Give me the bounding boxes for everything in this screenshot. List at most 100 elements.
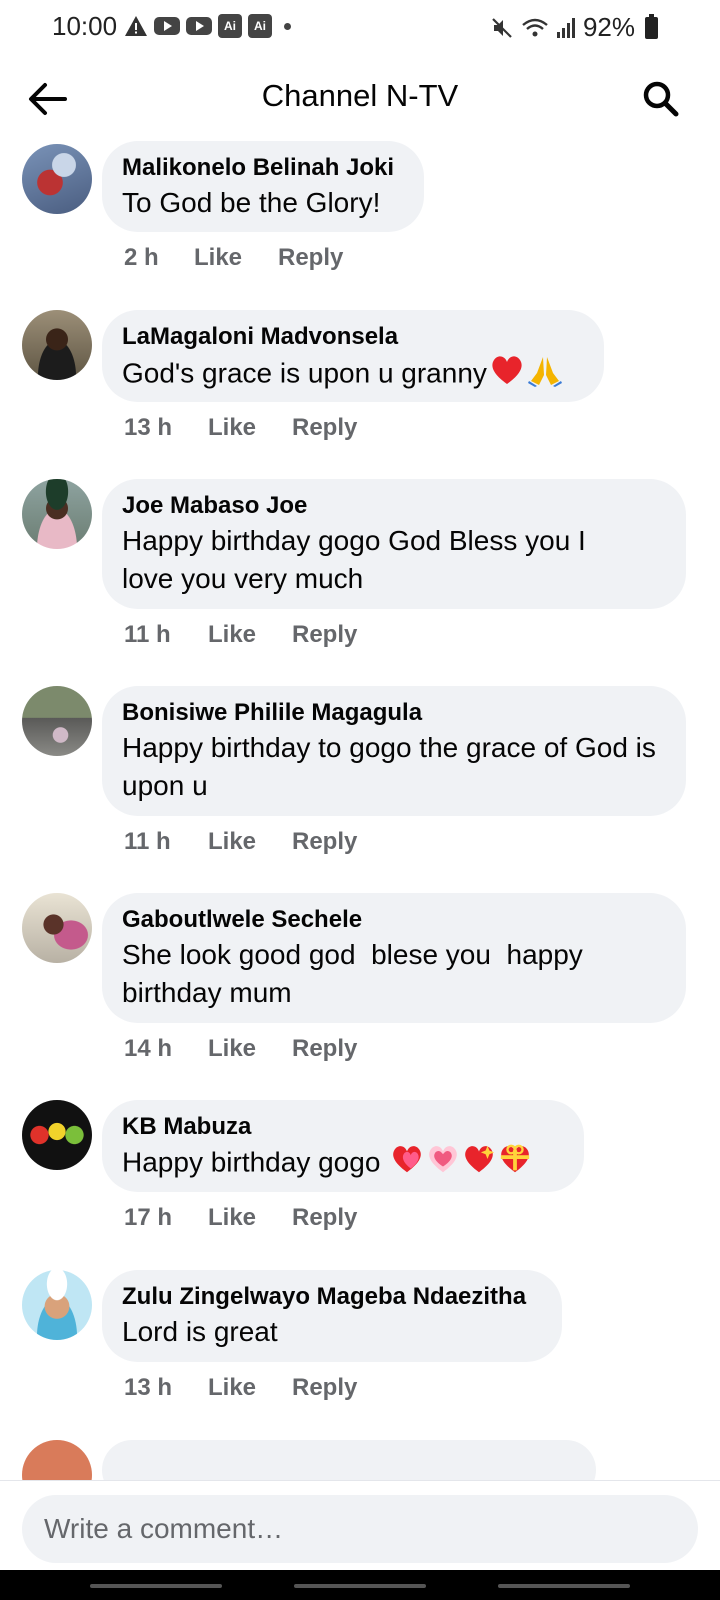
youtube-icon <box>154 17 180 35</box>
comment-text-content: God's grace is upon u granny <box>122 357 487 389</box>
avatar[interactable] <box>22 1440 92 1480</box>
reply-button[interactable]: Reply <box>292 828 357 856</box>
reply-button[interactable]: Reply <box>278 244 343 272</box>
like-button[interactable]: Like <box>208 621 292 649</box>
status-bar: 10:00 Ai Ai 92% <box>0 0 720 56</box>
signal-icon <box>556 17 575 38</box>
comment-author[interactable]: Malikonelo Belinah Joki <box>122 152 404 184</box>
comment-author[interactable]: Bonisiwe Philile Magagula <box>122 697 666 729</box>
comment-bubble[interactable]: KB Mabuza Happy birthday gogo <box>102 1100 584 1192</box>
app-header: Channel N-TV <box>0 56 720 140</box>
like-button[interactable]: Like <box>208 1204 292 1232</box>
like-button[interactable]: Like <box>194 244 278 272</box>
comment-author[interactable]: Gaboutlwele Sechele <box>122 904 666 936</box>
avatar[interactable] <box>22 686 92 756</box>
comment-actions: 17 h Like Reply <box>124 1204 357 1232</box>
more-notifications-dot-icon <box>284 22 291 30</box>
reply-button[interactable]: Reply <box>292 621 357 649</box>
battery-percent: 92% <box>582 12 635 42</box>
back-handle[interactable] <box>498 1584 630 1588</box>
home-handle[interactable] <box>294 1584 426 1588</box>
avatar[interactable] <box>22 144 92 214</box>
sparkling-heart-emoji-icon <box>462 1143 496 1185</box>
page-title: Channel N-TV <box>261 78 459 113</box>
battery-icon <box>645 13 658 39</box>
system-icons: 92% <box>491 12 658 43</box>
growing-heart-emoji-icon <box>426 1143 460 1185</box>
comment-text-content: Happy birthday gogo <box>122 1146 381 1178</box>
comment-time: 11 h <box>124 828 171 855</box>
avatar[interactable] <box>22 1100 92 1170</box>
heart-with-bow-emoji-icon <box>498 1143 532 1185</box>
comment-text: Happy birthday gogo <box>122 1143 564 1185</box>
comment-time: 2 h <box>124 244 159 271</box>
reply-button[interactable]: Reply <box>292 1374 357 1402</box>
comment-bubble[interactable] <box>102 1440 596 1480</box>
comment-time: 13 h <box>124 414 173 441</box>
recent-apps-handle[interactable] <box>90 1584 222 1588</box>
comment-author[interactable]: LaMagaloni Madvonsela <box>122 321 584 353</box>
comment-text: She look good god blese you happy birthd… <box>122 939 591 1008</box>
mute-icon <box>491 17 513 39</box>
ai-app-icon: Ai <box>218 14 242 38</box>
heart-with-ribbon-emoji-icon <box>390 1143 424 1185</box>
comment-bubble[interactable]: Malikonelo Belinah Joki To God be the Gl… <box>102 141 424 232</box>
comment-text: Happy birthday gogo God Bless you I love… <box>122 525 594 594</box>
comment-text: Happy birthday to gogo the grace of God … <box>122 732 664 801</box>
comment-time: 17 h <box>124 1204 173 1231</box>
comment-text: Lord is great <box>122 1316 278 1347</box>
avatar[interactable] <box>22 893 92 963</box>
reply-button[interactable]: Reply <box>292 1035 357 1063</box>
comment-author[interactable]: Zulu Zingelwayo Mageba Ndaezitha <box>122 1281 542 1313</box>
comment-item: Joe Mabaso Joe Happy birthday gogo God B… <box>0 479 720 679</box>
comment-actions: 14 h Like Reply <box>124 1035 357 1063</box>
comment-actions: 2 h Like Reply <box>124 244 343 272</box>
avatar[interactable] <box>22 1270 92 1340</box>
comment-actions: 11 h Like Reply <box>124 621 357 649</box>
comment-item: Bonisiwe Philile Magagula Happy birthday… <box>0 686 720 886</box>
like-button[interactable]: Like <box>208 1035 292 1063</box>
ai-app-icon: Ai <box>248 14 272 38</box>
notification-icons: Ai Ai <box>124 14 291 38</box>
comment-bubble[interactable]: Bonisiwe Philile Magagula Happy birthday… <box>102 686 686 816</box>
avatar[interactable] <box>22 310 92 380</box>
system-navigation-bar <box>0 1570 720 1600</box>
comment-time: 11 h <box>124 621 171 648</box>
comment-time: 13 h <box>124 1374 173 1401</box>
folded-hands-emoji-icon <box>527 353 563 397</box>
search-button[interactable] <box>638 76 684 122</box>
avatar[interactable] <box>22 479 92 549</box>
comments-list[interactable]: Malikonelo Belinah Joki To God be the Gl… <box>0 140 720 1480</box>
comment-bubble[interactable]: Joe Mabaso Joe Happy birthday gogo God B… <box>102 479 686 609</box>
wifi-icon <box>521 17 549 39</box>
like-button[interactable]: Like <box>208 414 292 442</box>
comment-input[interactable] <box>22 1495 698 1563</box>
comment-item-partial <box>0 1440 720 1480</box>
comment-item: Malikonelo Belinah Joki To God be the Gl… <box>0 140 720 300</box>
comment-author[interactable]: KB Mabuza <box>122 1111 564 1143</box>
comment-text: To God be the Glory! <box>122 187 381 218</box>
comment-author[interactable]: Joe Mabaso Joe <box>122 490 666 522</box>
comment-actions: 13 h Like Reply <box>124 1374 357 1402</box>
warning-icon <box>124 15 148 37</box>
comment-text: God's grace is upon u granny <box>122 353 584 397</box>
status-time: 10:00 <box>52 11 118 41</box>
red-heart-emoji-icon <box>489 354 525 396</box>
like-button[interactable]: Like <box>208 1374 292 1402</box>
reply-button[interactable]: Reply <box>292 414 357 442</box>
comment-item: LaMagaloni Madvonsela God's grace is upo… <box>0 310 720 470</box>
comment-bubble[interactable]: LaMagaloni Madvonsela God's grace is upo… <box>102 310 604 402</box>
comment-item: KB Mabuza Happy birthday gogo 17 h Like … <box>0 1100 720 1265</box>
youtube-icon <box>186 17 212 35</box>
comment-time: 14 h <box>124 1035 173 1062</box>
search-icon <box>643 81 679 117</box>
comment-actions: 13 h Like Reply <box>124 414 357 442</box>
comment-item: Zulu Zingelwayo Mageba Ndaezitha Lord is… <box>0 1270 720 1435</box>
reply-button[interactable]: Reply <box>292 1204 357 1232</box>
comment-actions: 11 h Like Reply <box>124 828 357 856</box>
comment-bubble[interactable]: Zulu Zingelwayo Mageba Ndaezitha Lord is… <box>102 1270 562 1362</box>
comment-item: Gaboutlwele Sechele She look good god bl… <box>0 893 720 1093</box>
comment-composer <box>0 1480 720 1570</box>
comment-bubble[interactable]: Gaboutlwele Sechele She look good god bl… <box>102 893 686 1023</box>
like-button[interactable]: Like <box>208 828 292 856</box>
